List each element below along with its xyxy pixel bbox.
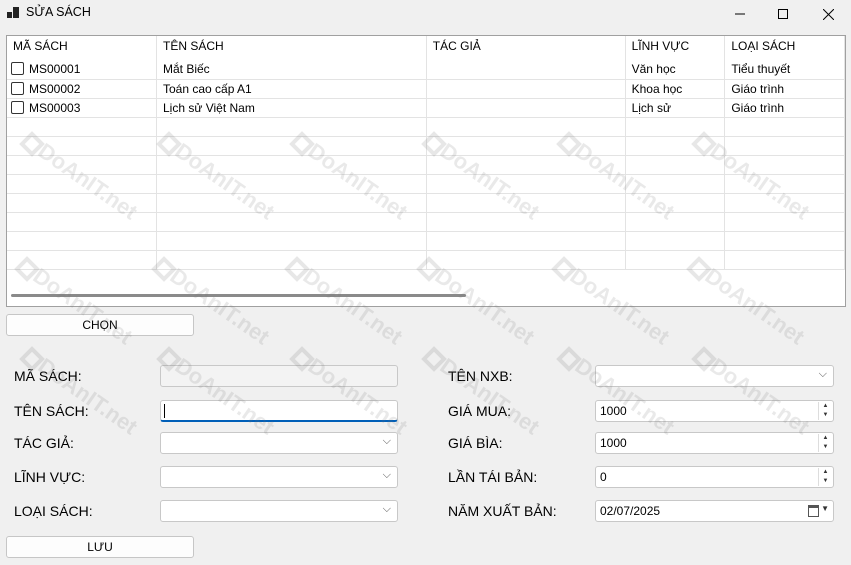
ten-sach-label: TÊN SÁCH: bbox=[14, 403, 89, 419]
tac-gia-label: TÁC GIẢ: bbox=[14, 435, 74, 451]
ten-nxb-label: TÊN NXB: bbox=[448, 368, 513, 384]
app-icon bbox=[7, 7, 19, 18]
close-button[interactable] bbox=[805, 0, 851, 28]
row-checkbox[interactable] bbox=[11, 81, 24, 95]
minimize-icon bbox=[735, 13, 745, 15]
maximize-icon bbox=[778, 9, 788, 19]
spin-down-icon[interactable]: ▼ bbox=[819, 443, 832, 452]
column-header-loai-sach[interactable]: LOẠI SÁCH bbox=[724, 36, 845, 60]
ten-sach-field[interactable] bbox=[160, 400, 398, 422]
empty-row bbox=[7, 231, 845, 251]
column-header-ma-sach[interactable]: MÃ SÁCH bbox=[7, 36, 157, 60]
tac-gia-select[interactable]: ⌵ bbox=[160, 432, 398, 454]
title-bar: SỬA SÁCH bbox=[0, 0, 851, 28]
column-header-tac-gia[interactable]: TÁC GIẢ bbox=[426, 36, 626, 60]
text-caret bbox=[164, 404, 165, 418]
cell-tac-gia bbox=[426, 98, 626, 118]
row-checkbox[interactable] bbox=[11, 100, 24, 114]
table-row[interactable]: MS00003 Lịch sử Việt Nam Lịch sử Giáo tr… bbox=[7, 98, 845, 118]
row-checkbox[interactable] bbox=[11, 62, 24, 76]
spin-up-icon[interactable]: ▲ bbox=[819, 468, 832, 477]
table-row[interactable]: MS00002 Toán cao cấp A1 Khoa học Giáo tr… bbox=[7, 79, 845, 99]
cell-loai-sach: Giáo trình bbox=[724, 79, 845, 99]
column-header-linh-vuc[interactable]: LĨNH VỰC bbox=[625, 36, 726, 60]
dropdown-arrow-icon[interactable]: ▼ bbox=[821, 504, 829, 513]
watermark-text: DoAnIT.net bbox=[435, 353, 545, 440]
chon-button[interactable]: CHỌN bbox=[6, 314, 194, 336]
empty-row bbox=[7, 155, 845, 175]
nam-xuat-ban-value: 02/07/2025 bbox=[600, 504, 661, 518]
minimize-button[interactable] bbox=[717, 0, 763, 28]
cell-linh-vuc: Lịch sử bbox=[625, 98, 726, 118]
cell-loai-sach: Tiểu thuyết bbox=[724, 60, 845, 80]
window-title: SỬA SÁCH bbox=[26, 5, 91, 19]
nam-xuat-ban-datepicker[interactable]: 02/07/2025 ▼ bbox=[595, 500, 834, 522]
gia-mua-label: GIÁ MUA: bbox=[448, 403, 512, 419]
grid-header-row: MÃ SÁCH TÊN SÁCH TÁC GIẢ LĨNH VỰC LOẠI S… bbox=[7, 36, 845, 60]
cell-ten-sach: Mắt Biếc bbox=[156, 60, 427, 80]
empty-row bbox=[7, 212, 845, 232]
loai-sach-select[interactable]: ⌵ bbox=[160, 500, 398, 522]
cell-ma-sach: MS00003 bbox=[29, 100, 81, 115]
lan-tai-ban-label: LẦN TÁI BẢN: bbox=[448, 469, 538, 485]
ma-sach-label: MÃ SÁCH: bbox=[14, 368, 82, 384]
empty-row bbox=[7, 136, 845, 156]
spin-down-icon[interactable]: ▼ bbox=[819, 477, 832, 486]
chevron-down-icon: ⌵ bbox=[382, 435, 391, 447]
chevron-down-icon: ⌵ bbox=[382, 469, 391, 481]
spin-buttons[interactable]: ▲ ▼ bbox=[818, 402, 832, 420]
spin-buttons[interactable]: ▲ ▼ bbox=[818, 434, 832, 452]
nam-xuat-ban-label: NĂM XUẤT BẢN: bbox=[448, 503, 557, 519]
spin-down-icon[interactable]: ▼ bbox=[819, 411, 832, 420]
gia-bia-stepper[interactable]: 1000 ▲ ▼ bbox=[595, 432, 834, 454]
cell-ten-sach: Toán cao cấp A1 bbox=[156, 79, 427, 99]
maximize-button[interactable] bbox=[760, 0, 806, 28]
cell-tac-gia bbox=[426, 79, 626, 99]
chevron-down-icon: ⌵ bbox=[818, 368, 827, 380]
spin-up-icon[interactable]: ▲ bbox=[819, 434, 832, 443]
watermark-logo bbox=[420, 345, 448, 373]
cell-tac-gia bbox=[426, 60, 626, 80]
gia-mua-stepper[interactable]: 1000 ▲ ▼ bbox=[595, 400, 834, 422]
luu-button[interactable]: LƯU bbox=[6, 536, 194, 558]
cell-linh-vuc: Khoa học bbox=[625, 79, 726, 99]
cell-ma-sach: MS00001 bbox=[29, 62, 81, 77]
empty-row bbox=[7, 174, 845, 194]
watermark-text: DoAnIT.net bbox=[33, 353, 143, 440]
ma-sach-field[interactable] bbox=[160, 365, 398, 387]
empty-row bbox=[7, 250, 845, 270]
loai-sach-label: LOẠI SÁCH: bbox=[14, 503, 93, 519]
ten-nxb-select[interactable]: ⌵ bbox=[595, 365, 834, 387]
chevron-down-icon: ⌵ bbox=[382, 503, 391, 515]
horizontal-scrollbar[interactable] bbox=[11, 294, 466, 297]
linh-vuc-select[interactable]: ⌵ bbox=[160, 466, 398, 488]
cell-ten-sach: Lịch sử Việt Nam bbox=[156, 98, 427, 118]
cell-loai-sach: Giáo trình bbox=[724, 98, 845, 118]
lan-tai-ban-stepper[interactable]: 0 ▲ ▼ bbox=[595, 466, 834, 488]
lan-tai-ban-value: 0 bbox=[600, 470, 607, 484]
empty-row bbox=[7, 193, 845, 213]
spin-up-icon[interactable]: ▲ bbox=[819, 402, 832, 411]
books-grid[interactable]: MÃ SÁCH TÊN SÁCH TÁC GIẢ LĨNH VỰC LOẠI S… bbox=[6, 35, 846, 307]
spin-buttons[interactable]: ▲ ▼ bbox=[818, 468, 832, 486]
cell-linh-vuc: Văn học bbox=[625, 60, 726, 80]
gia-bia-value: 1000 bbox=[600, 436, 627, 450]
gia-mua-value: 1000 bbox=[600, 404, 627, 418]
gia-bia-label: GIÁ BÌA: bbox=[448, 435, 503, 451]
cell-ma-sach: MS00002 bbox=[29, 81, 81, 96]
calendar-icon[interactable] bbox=[808, 505, 819, 517]
close-icon bbox=[822, 8, 834, 20]
column-header-ten-sach[interactable]: TÊN SÁCH bbox=[156, 36, 427, 60]
watermark-logo bbox=[555, 345, 583, 373]
linh-vuc-label: LĨNH VỰC: bbox=[14, 469, 86, 485]
empty-row bbox=[7, 117, 845, 137]
table-row[interactable]: MS00001 Mắt Biếc Văn học Tiểu thuyết bbox=[7, 60, 845, 80]
